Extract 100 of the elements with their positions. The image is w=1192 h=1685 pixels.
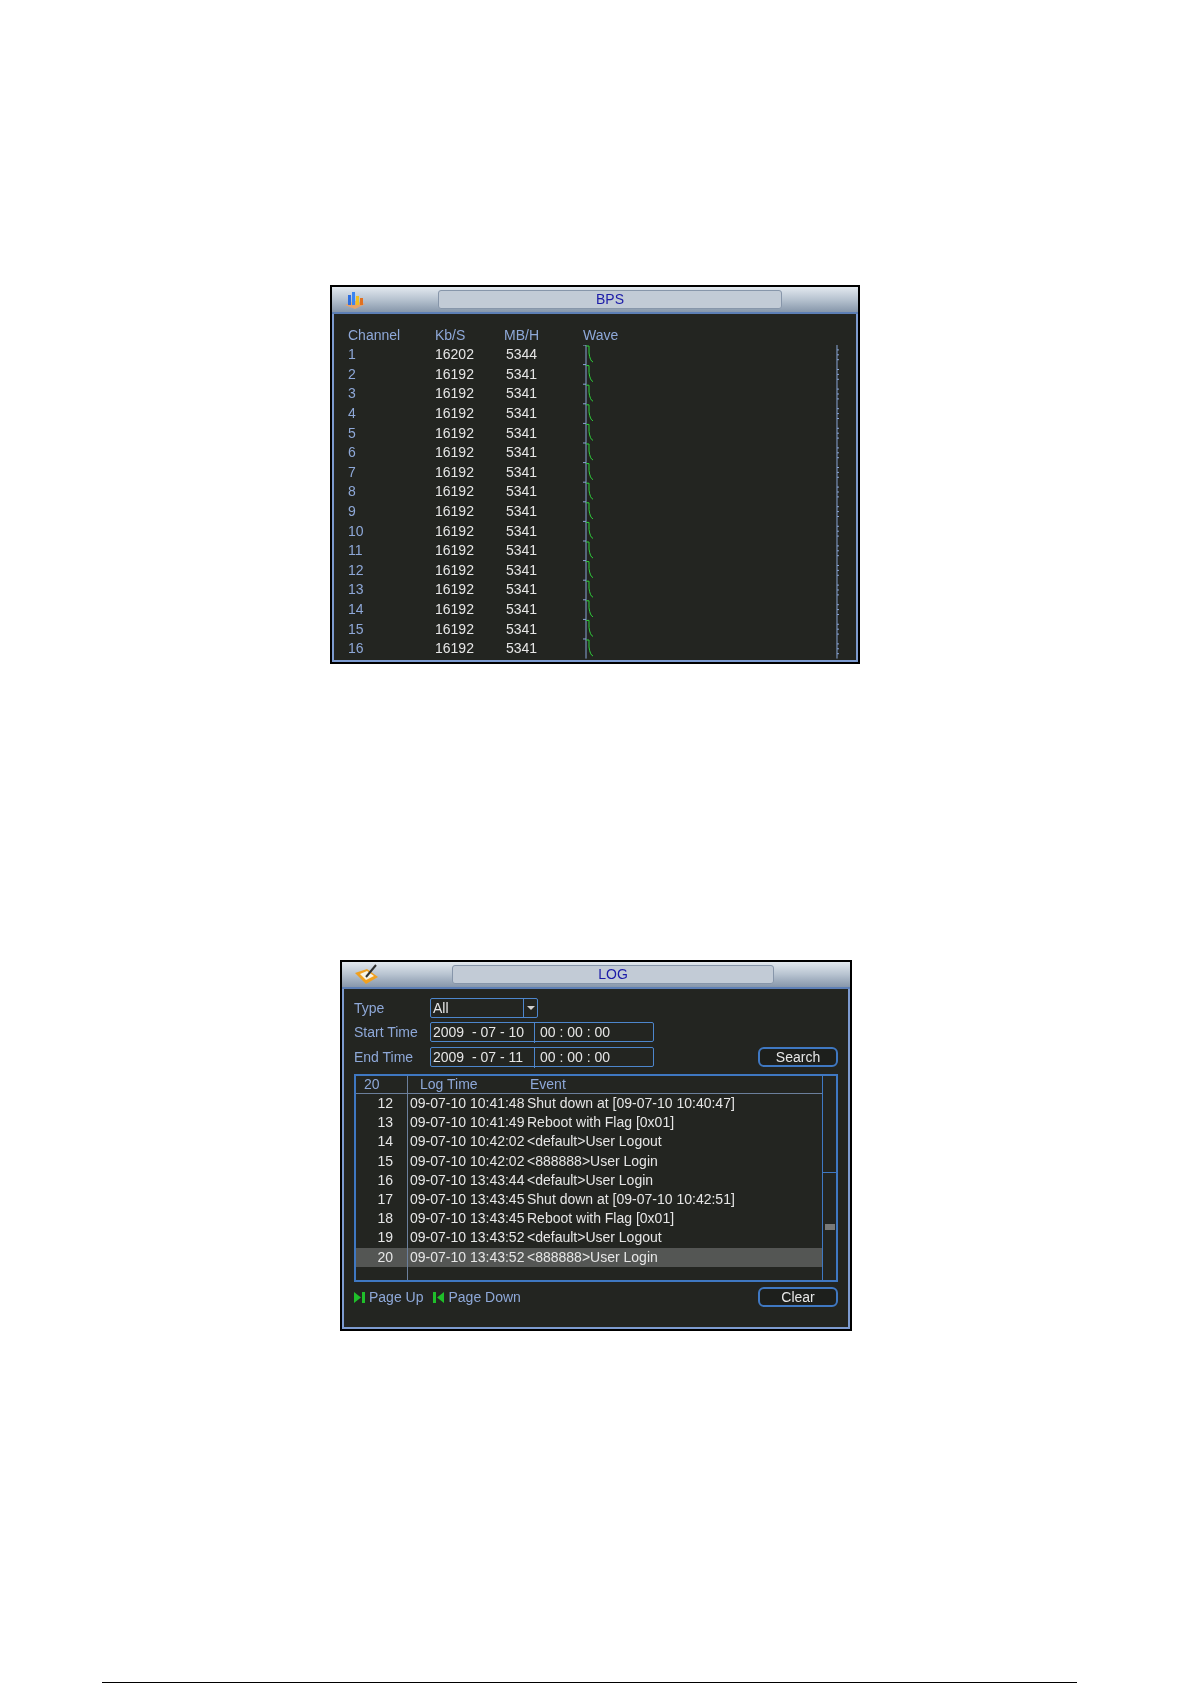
log-event: Reboot with Flag [0x01]: [526, 1209, 675, 1229]
log-row[interactable]: 18 09-07-10 13:43:45 Reboot with Flag [0x01]: [356, 1209, 822, 1229]
column-header: Kb/S: [435, 327, 466, 343]
row-number: 15: [377, 1151, 393, 1171]
data-volume-value: 5341: [506, 444, 538, 461]
log-row[interactable]: 20 09-07-10 13:43:52 <888888>User Login: [356, 1247, 822, 1267]
row-number: 18: [377, 1209, 393, 1229]
log-row[interactable]: 13 09-07-10 10:41:49 Reboot with Flag [0x01]: [356, 1113, 822, 1133]
log-time: 09-07-10 10:41:49: [409, 1113, 526, 1133]
data-volume-value: 5341: [506, 522, 538, 539]
data-volume-value: 5341: [506, 581, 538, 598]
log-row[interactable]: 12 09-07-10 10:41:48 Shut down at [09-07-10 10:40:47]: [356, 1094, 822, 1114]
row-number: 20: [377, 1247, 393, 1267]
log-time: 09-07-10 10:42:02: [409, 1132, 526, 1152]
column-header: Log Time: [420, 1076, 478, 1092]
log-event: <default>User Login: [526, 1170, 654, 1190]
data-volume-value: 5344: [506, 346, 538, 363]
data-volume-value: 5341: [506, 365, 538, 382]
field-label: End Time: [354, 1047, 415, 1067]
column-header: 20: [364, 1075, 380, 1094]
log-row[interactable]: 14 09-07-10 10:42:02 <default>User Logout: [356, 1132, 822, 1152]
datetime-field[interactable]: 2009 - 07 - 10 00 : 00 : 00: [430, 1022, 654, 1042]
bitrate-value: 16192: [435, 424, 474, 441]
bitrate-value: 16192: [435, 561, 474, 578]
grip-icon: [824, 1223, 835, 1230]
channel-number: 14: [348, 601, 364, 617]
bitrate-value: 16192: [435, 542, 474, 559]
channel-number: 1: [348, 346, 356, 363]
field-label: Type: [354, 998, 386, 1018]
channel-number: 3: [348, 385, 356, 402]
channel-number: 9: [348, 503, 356, 520]
log-time: 09-07-10 13:43:45: [409, 1190, 526, 1210]
log-time: 09-07-10 13:43:52: [409, 1228, 526, 1248]
bitrate-value: 16192: [435, 444, 474, 461]
search-button[interactable]: Search: [758, 1047, 838, 1067]
page-up-link[interactable]: Page Up: [354, 1286, 424, 1308]
page-down-link[interactable]: Page Down: [433, 1286, 521, 1308]
log-time: 09-07-10 13:43:52: [409, 1247, 526, 1267]
bitrate-value: 16192: [435, 581, 474, 598]
column-header: Event: [530, 1076, 566, 1092]
data-volume-value: 5341: [506, 620, 538, 637]
data-volume-value: 5341: [506, 640, 538, 657]
bitrate-value: 16192: [435, 365, 474, 382]
datetime-field[interactable]: 2009 - 07 - 11 00 : 00 : 00: [430, 1047, 654, 1067]
window-title: BPS: [438, 290, 782, 309]
log-event: Shut down at [09-07-10 10:40:47]: [526, 1094, 735, 1114]
data-volume-value: 5341: [506, 405, 538, 422]
column-header: MB/H: [504, 327, 539, 343]
data-volume-value: 5341: [506, 424, 538, 441]
log-time: 09-07-10 13:43:45: [409, 1209, 526, 1229]
column-header: Wave: [583, 326, 619, 345]
channel-number: 5: [348, 424, 356, 441]
row-number: 19: [377, 1228, 393, 1248]
channel-number: 13: [348, 581, 364, 598]
channel-number: 16: [348, 640, 364, 657]
bitrate-value: 16192: [435, 601, 474, 617]
log-event: Reboot with Flag [0x01]: [526, 1113, 675, 1133]
log-event: <888888>User Login: [526, 1151, 658, 1171]
field-label: Start Time: [354, 1022, 419, 1042]
bar-chart-icon: [344, 289, 366, 310]
log-event: <888888>User Login: [526, 1247, 658, 1267]
data-volume-value: 5341: [506, 601, 538, 617]
data-volume-value: 5341: [506, 542, 538, 559]
caret-icon: [526, 1006, 535, 1010]
bitrate-value: 16192: [435, 620, 474, 637]
log-row[interactable]: 16 09-07-10 13:43:44 <default>User Login: [356, 1170, 822, 1190]
next-page-icon: [354, 1291, 365, 1303]
data-volume-value: 5341: [506, 385, 538, 402]
window-title: LOG: [452, 965, 774, 984]
log-event: Shut down at [09-07-10 10:42:51]: [526, 1190, 735, 1210]
bitrate-value: 16192: [435, 522, 474, 539]
data-volume-value: 5341: [506, 561, 538, 578]
log-event: <default>User Logout: [526, 1228, 662, 1248]
previous-page-icon: [433, 1291, 445, 1303]
bitrate-value: 16192: [435, 483, 474, 500]
data-volume-value: 5341: [506, 503, 538, 520]
log-time: 09-07-10 13:43:44: [409, 1170, 526, 1190]
bitrate-value: 16202: [435, 346, 474, 363]
channel-number: 4: [348, 405, 356, 422]
row-number: 14: [377, 1132, 393, 1152]
log-time: 09-07-10 10:41:48: [409, 1094, 526, 1114]
clear-button[interactable]: Clear: [758, 1287, 838, 1307]
bitrate-value: 16192: [435, 640, 474, 657]
bitrate-value: 16192: [435, 463, 474, 480]
log-row[interactable]: 19 09-07-10 13:43:52 <default>User Logout: [356, 1228, 822, 1248]
data-volume-value: 5341: [506, 483, 538, 500]
channel-number: 12: [348, 561, 364, 578]
type-dropdown[interactable]: All: [430, 998, 538, 1018]
notepad-pen-icon: [354, 963, 380, 986]
channel-number: 8: [348, 483, 356, 500]
channel-number: 6: [348, 444, 356, 461]
row-number: 17: [377, 1190, 393, 1210]
row-number: 16: [377, 1170, 393, 1190]
bitrate-value: 16192: [435, 503, 474, 520]
data-volume-value: 5341: [506, 463, 538, 480]
channel-number: 7: [348, 463, 356, 480]
log-row[interactable]: 17 09-07-10 13:43:45 Shut down at [09-07-10 10:42:51]: [356, 1189, 822, 1210]
column-header: Channel: [348, 327, 401, 343]
channel-number: 2: [348, 365, 356, 382]
log-row[interactable]: 15 09-07-10 10:42:02 <888888>User Login: [356, 1151, 822, 1171]
